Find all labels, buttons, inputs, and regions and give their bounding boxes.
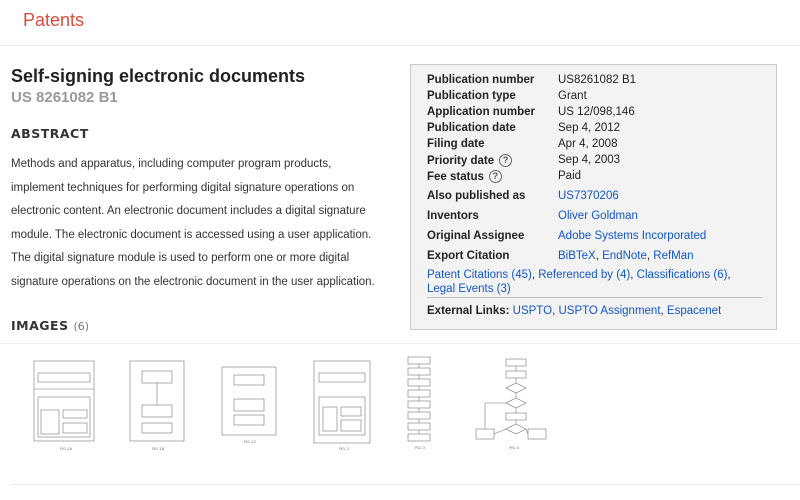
figure-label-1: FIG. 1A <box>60 447 73 451</box>
top-bar: Patents <box>0 0 800 46</box>
fee-status-label-text: Fee status <box>427 171 484 183</box>
filing-date-value: Apr 4, 2008 <box>558 138 618 150</box>
patent-number: US 8261082 B1 <box>11 89 118 106</box>
espacenet-link[interactable]: Espacenet <box>667 305 721 317</box>
figure-thumbnail-5[interactable]: FIG. 3 <box>396 355 446 455</box>
publication-type-label: Publication type <box>427 90 516 102</box>
bibtex-link[interactable]: BiBTeX <box>558 250 596 262</box>
publication-date-label: Publication date <box>427 122 516 134</box>
export-links: BiBTeX, EndNote, RefMan <box>558 250 694 262</box>
also-published-label: Also published as <box>427 190 526 202</box>
fee-status-label: Fee status? <box>427 170 502 183</box>
refman-link[interactable]: RefMan <box>653 250 693 262</box>
images-divider-top <box>0 343 800 344</box>
priority-date-value: Sep 4, 2003 <box>558 154 621 166</box>
figure-label-6: FIG. 4 <box>509 446 519 450</box>
figure-label-4: FIG. 2 <box>339 447 349 451</box>
info-box-divider <box>427 297 762 298</box>
referenced-by-link[interactable]: Referenced by (4) <box>538 269 630 281</box>
fee-status-value: Paid <box>558 170 582 182</box>
uspto-assignment-link[interactable]: USPTO Assignment <box>558 305 660 317</box>
external-links-row: External Links: USPTO, USPTO Assignment,… <box>427 305 722 317</box>
external-links-label: External Links: <box>427 305 510 317</box>
publication-number-label: Publication number <box>427 74 535 86</box>
assignee-label: Original Assignee <box>427 230 525 242</box>
publication-date-value: Sep 4, 2012 <box>558 122 621 134</box>
patent-citations-link[interactable]: Patent Citations (45) <box>427 269 532 281</box>
header-divider <box>0 45 800 46</box>
publication-number-value: US8261082 B1 <box>558 74 637 86</box>
application-number-label: Application number <box>427 106 535 118</box>
endnote-link[interactable]: EndNote <box>602 250 647 262</box>
application-number-value: US 12/098,146 <box>558 106 635 118</box>
inventor-link[interactable]: Oliver Goldman <box>558 210 638 222</box>
images-divider-bottom <box>11 484 800 485</box>
figure-thumbnail-1[interactable]: FIG. 1A <box>28 355 102 455</box>
patents-logo-link[interactable]: Patents <box>23 10 84 31</box>
images-heading-text: IMAGES <box>11 318 69 333</box>
figure-thumbnail-2[interactable]: FIG. 1B <box>120 355 194 455</box>
figure-label-5: FIG. 3 <box>415 446 425 450</box>
figure-thumbnail-6[interactable]: FIG. 4 <box>470 355 550 455</box>
images-count: (6) <box>73 320 90 333</box>
assignee-link[interactable]: Adobe Systems Incorporated <box>558 230 706 242</box>
images-heading: IMAGES (6) <box>11 318 89 333</box>
figure-label-3: FIG. 1C <box>244 440 257 444</box>
abstract-text: Methods and apparatus, including compute… <box>11 158 375 288</box>
legal-events-link[interactable]: Legal Events (3) <box>427 283 511 295</box>
publication-type-value: Grant <box>558 90 587 102</box>
classifications-link[interactable]: Classifications (6) <box>637 269 728 281</box>
inventors-label: Inventors <box>427 210 479 222</box>
abstract-body: Methods and apparatus, including compute… <box>11 153 379 294</box>
filing-date-label: Filing date <box>427 138 485 150</box>
patent-title: Self-signing electronic documents <box>11 66 306 86</box>
fee-status-help-icon[interactable]: ? <box>488 170 502 183</box>
patent-info-box: Publication number US8261082 B1 Publicat… <box>410 64 777 330</box>
priority-date-label-text: Priority date <box>427 155 495 167</box>
citation-links: Patent Citations (45), Referenced by (4)… <box>427 269 731 295</box>
priority-date-help-icon[interactable]: ? <box>499 154 513 167</box>
also-published-link[interactable]: US7370206 <box>558 190 619 202</box>
abstract-heading: ABSTRACT <box>11 126 89 141</box>
figure-label-2: FIG. 1B <box>152 447 165 451</box>
figure-thumbnail-4[interactable]: FIG. 2 <box>306 355 380 455</box>
uspto-link[interactable]: USPTO <box>513 305 552 317</box>
figure-thumbnail-3[interactable]: FIG. 1C <box>212 355 286 455</box>
priority-date-label: Priority date? <box>427 154 513 167</box>
export-citation-label: Export Citation <box>427 250 510 262</box>
